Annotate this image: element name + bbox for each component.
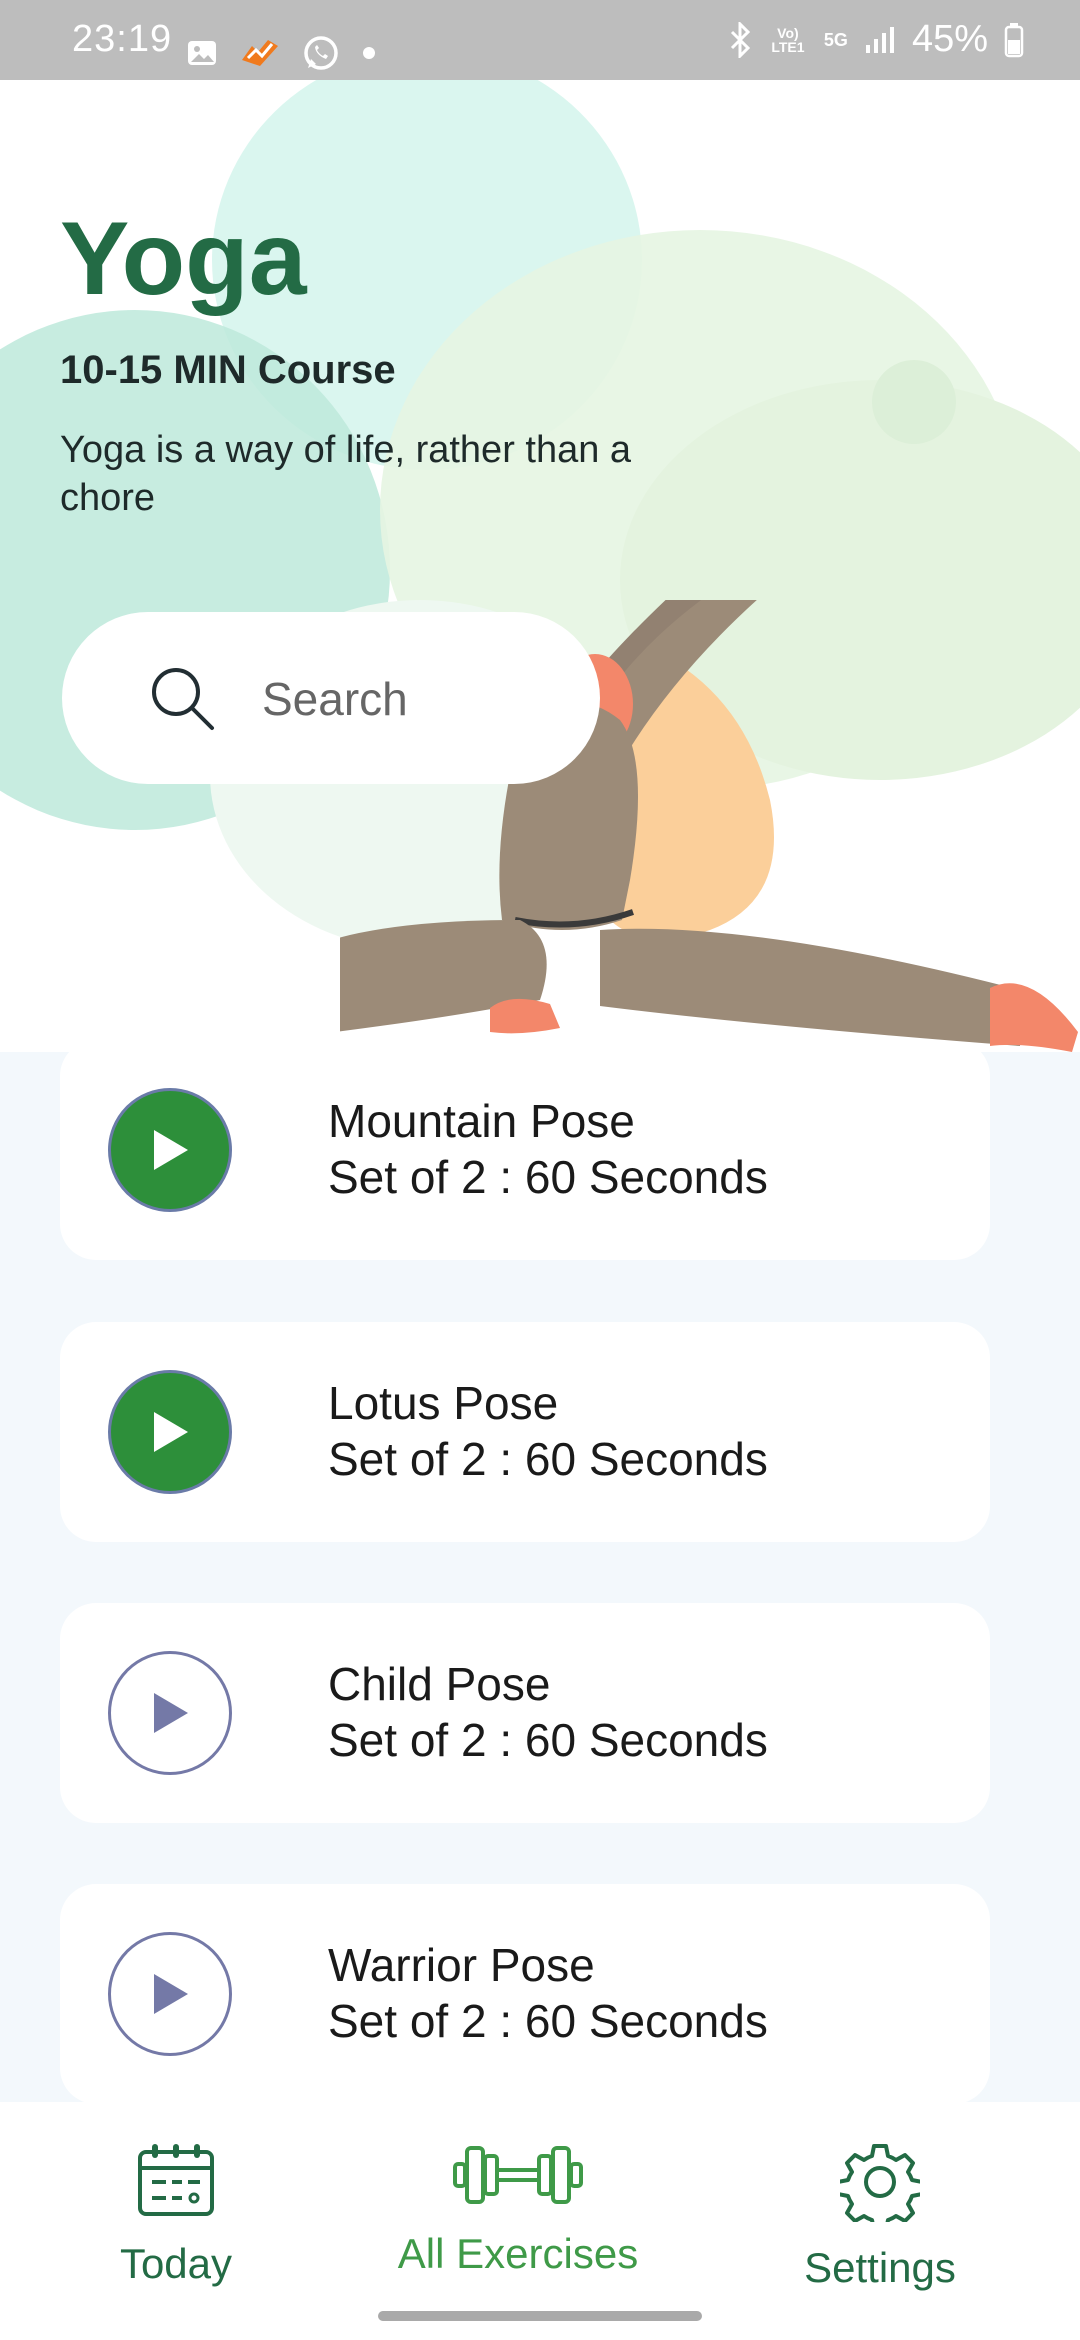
dot-icon bbox=[363, 47, 375, 59]
image-icon bbox=[188, 41, 216, 65]
exercise-detail: Set of 2 : 60 Seconds bbox=[328, 1433, 768, 1485]
bottom-navigation: Today All Exercises Settings bbox=[0, 2102, 1080, 2340]
play-icon bbox=[154, 1130, 188, 1170]
app-notification-icon bbox=[242, 40, 278, 66]
exercise-name: Child Pose bbox=[328, 1658, 551, 1710]
hero-section: Yoga 10-15 MIN Course Yoga is a way of l… bbox=[0, 80, 1080, 1055]
exercise-name: Warrior Pose bbox=[328, 1939, 595, 1991]
background-dot bbox=[872, 360, 956, 444]
play-button[interactable] bbox=[108, 1088, 232, 1212]
bluetooth-icon bbox=[730, 21, 751, 58]
search-bar[interactable] bbox=[62, 612, 600, 784]
gear-icon bbox=[840, 2144, 920, 2222]
course-duration: 10-15 MIN Course bbox=[60, 348, 396, 392]
exercise-card-mountain-pose[interactable]: Mountain Pose Set of 2 : 60 Seconds bbox=[60, 1040, 990, 1260]
exercise-detail: Set of 2 : 60 Seconds bbox=[328, 1151, 768, 1203]
nav-label-today: Today bbox=[119, 2240, 233, 2287]
search-icon bbox=[152, 668, 214, 730]
search-input[interactable] bbox=[260, 660, 564, 738]
play-button[interactable] bbox=[108, 1932, 232, 2056]
play-icon bbox=[154, 1693, 188, 1733]
status-time: 23:19 bbox=[72, 18, 173, 60]
whatsapp-icon bbox=[304, 36, 338, 70]
exercise-name: Mountain Pose bbox=[328, 1095, 635, 1147]
nav-label-all-exercises: All Exercises bbox=[397, 2230, 639, 2277]
exercise-detail: Set of 2 : 60 Seconds bbox=[328, 1995, 768, 2047]
play-button[interactable] bbox=[108, 1651, 232, 1775]
play-icon bbox=[154, 1974, 188, 2014]
exercise-name: Lotus Pose bbox=[328, 1377, 559, 1429]
dumbbell-icon bbox=[453, 2146, 583, 2204]
status-left-icons bbox=[186, 34, 398, 72]
home-indicator[interactable] bbox=[378, 2311, 702, 2321]
calendar-icon bbox=[138, 2144, 214, 2216]
battery-percent: 45% bbox=[911, 18, 988, 60]
exercise-card-lotus-pose[interactable]: Lotus Pose Set of 2 : 60 Seconds bbox=[60, 1322, 990, 1542]
volte-lte-label: Vo) LTE1 bbox=[771, 24, 805, 55]
page-title: Yoga bbox=[60, 201, 307, 317]
play-button[interactable] bbox=[108, 1370, 232, 1494]
nav-label-settings: Settings bbox=[804, 2244, 956, 2291]
nav-all-exercises[interactable]: All Exercises bbox=[368, 2142, 668, 2278]
signal-icon bbox=[865, 26, 894, 53]
exercise-detail: Set of 2 : 60 Seconds bbox=[328, 1714, 768, 1766]
status-bar: 23:19 Vo) LTE1 5G 45% bbox=[0, 0, 1080, 80]
network-type: 5G bbox=[823, 29, 848, 50]
status-right: Vo) LTE1 5G 45% bbox=[712, 18, 1024, 61]
exercise-card-child-pose[interactable]: Child Pose Set of 2 : 60 Seconds bbox=[60, 1603, 990, 1823]
battery-icon bbox=[1004, 22, 1024, 57]
exercise-list: Mountain Pose Set of 2 : 60 Seconds Lotu… bbox=[0, 1040, 1080, 2104]
exercise-card-warrior-pose[interactable]: Warrior Pose Set of 2 : 60 Seconds bbox=[60, 1884, 990, 2104]
course-description: Yoga is a way of life, rather than a cho… bbox=[60, 429, 632, 519]
nav-today[interactable]: Today bbox=[26, 2142, 326, 2288]
play-icon bbox=[154, 1412, 188, 1452]
nav-settings[interactable]: Settings bbox=[730, 2142, 1030, 2292]
